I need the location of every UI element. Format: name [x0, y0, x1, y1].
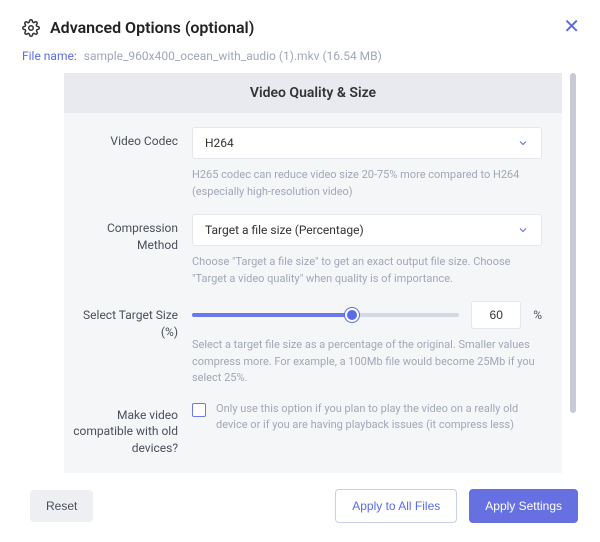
close-icon[interactable]: ✕: [563, 16, 580, 36]
method-label: Compression Method: [64, 214, 192, 287]
compat-checkbox[interactable]: [192, 403, 206, 417]
codec-label: Video Codec: [64, 127, 192, 200]
advanced-options-modal: Advanced Options (optional) ✕ File name:…: [0, 0, 600, 542]
card-title: Video Quality & Size: [64, 73, 562, 113]
codec-row: Video Codec H264 H265 codec can reduce v…: [64, 113, 562, 200]
chevron-down-icon: [517, 224, 529, 236]
codec-help: H265 codec can reduce video size 20-75% …: [192, 167, 542, 200]
chevron-down-icon: [517, 137, 529, 149]
target-row: Select Target Size (%) % Select a target…: [64, 287, 562, 387]
quality-card: Video Quality & Size Video Codec H264 H2…: [64, 73, 562, 473]
slider-fill: [192, 313, 352, 317]
file-name-label: File name:: [22, 49, 77, 63]
target-label: Select Target Size (%): [64, 301, 192, 387]
slider-thumb[interactable]: [345, 308, 359, 322]
scroll-area: Video Quality & Size Video Codec H264 H2…: [22, 73, 578, 473]
apply-all-button[interactable]: Apply to All Files: [335, 489, 457, 523]
reset-button[interactable]: Reset: [30, 490, 93, 522]
codec-value: H264: [205, 136, 234, 150]
percent-sign: %: [533, 308, 542, 322]
gear-icon: [22, 19, 40, 37]
file-name-value: sample_960x400_ocean_with_audio (1).mkv …: [84, 49, 382, 63]
target-slider[interactable]: [192, 313, 459, 317]
modal-title: Advanced Options (optional): [50, 18, 254, 37]
compat-label: Make video compatible with old devices?: [64, 401, 192, 457]
method-help: Choose "Target a file size" to get an ex…: [192, 254, 542, 287]
method-row: Compression Method Target a file size (P…: [64, 200, 562, 287]
scrollbar-thumb[interactable]: [570, 73, 576, 413]
codec-select[interactable]: H264: [192, 127, 542, 159]
compat-row: Make video compatible with old devices? …: [64, 387, 562, 457]
method-select[interactable]: Target a file size (Percentage): [192, 214, 542, 246]
file-name-line: File name: sample_960x400_ocean_with_aud…: [22, 49, 578, 63]
compat-help: Only use this option if you plan to play…: [216, 401, 542, 434]
target-help: Select a target file size as a percentag…: [192, 337, 542, 387]
footer: Reset Apply to All Files Apply Settings: [22, 489, 578, 523]
modal-header: Advanced Options (optional): [22, 18, 578, 37]
apply-settings-button[interactable]: Apply Settings: [469, 489, 578, 523]
target-value-input[interactable]: [471, 301, 521, 329]
method-value: Target a file size (Percentage): [205, 223, 364, 237]
